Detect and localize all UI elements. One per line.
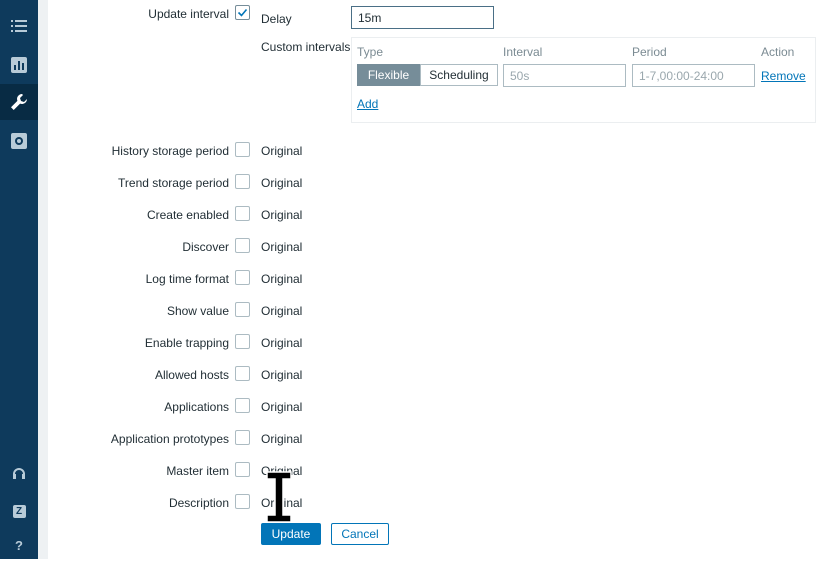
interval-input[interactable]: [503, 64, 626, 87]
row-label-log-time-format: Log time format: [145, 272, 229, 286]
checkbox-create-enabled[interactable]: [235, 206, 250, 221]
sidebar-item-administration[interactable]: [0, 123, 38, 159]
sidebar-item-help[interactable]: ?: [0, 527, 38, 563]
column-header-type: Type: [357, 45, 384, 59]
period-input[interactable]: [632, 64, 755, 87]
row-label-trend-storage-period: Trend storage period: [118, 176, 229, 190]
support-icon: [13, 468, 25, 479]
custom-intervals-label: Custom intervals: [261, 40, 351, 54]
list-icon: [11, 20, 27, 32]
checkbox-applications[interactable]: [235, 398, 250, 413]
row-value-enable-trapping: Original: [261, 336, 303, 350]
row-label-discover: Discover: [182, 240, 229, 254]
row-label-show-value: Show value: [166, 304, 229, 318]
check-icon: [237, 8, 248, 17]
row-label-create-enabled: Create enabled: [146, 208, 229, 222]
add-link[interactable]: Add: [357, 97, 378, 111]
sidebar-item-share[interactable]: Z: [0, 493, 38, 529]
sidebar-item-support[interactable]: [0, 456, 38, 492]
checkbox-enable-trapping[interactable]: [235, 334, 250, 349]
sidebar-item-reports[interactable]: [0, 47, 38, 83]
gear-icon: [11, 133, 27, 149]
row-label-history-storage-period: History storage period: [111, 144, 229, 158]
page-gutter: [38, 0, 48, 559]
row-value-show-value: Original: [261, 304, 303, 318]
column-header-action: Action: [761, 45, 795, 59]
checkbox-discover[interactable]: [235, 238, 250, 253]
row-label-allowed-hosts: Allowed hosts: [154, 368, 229, 382]
checkbox-allowed-hosts[interactable]: [235, 366, 250, 381]
column-header-period: Period: [632, 45, 667, 59]
remove-link[interactable]: Remove: [761, 69, 806, 83]
sidebar-item-monitoring[interactable]: [0, 8, 38, 44]
update-button[interactable]: Update: [261, 523, 321, 545]
type-scheduling-button[interactable]: Scheduling: [420, 64, 498, 86]
update-interval-label: Update interval: [148, 7, 229, 21]
row-label-description: Description: [168, 496, 229, 510]
sidebar: Z ?: [0, 0, 38, 559]
cancel-button[interactable]: Cancel: [331, 523, 389, 545]
row-label-application-prototypes: Application prototypes: [110, 432, 229, 446]
row-label-enable-trapping: Enable trapping: [144, 336, 229, 350]
wrench-icon: [11, 94, 27, 110]
delay-input[interactable]: [351, 6, 494, 29]
row-value-log-time-format: Original: [261, 272, 303, 286]
delay-label: Delay: [261, 12, 292, 26]
checkbox-master-item[interactable]: [235, 462, 250, 477]
checkbox-show-value[interactable]: [235, 302, 250, 317]
row-value-discover: Original: [261, 240, 303, 254]
update-interval-checkbox[interactable]: [235, 5, 250, 20]
checkbox-application-prototypes[interactable]: [235, 430, 250, 445]
checkbox-trend-storage-period[interactable]: [235, 174, 250, 189]
checkbox-description[interactable]: [235, 494, 250, 509]
row-value-applications: Original: [261, 400, 303, 414]
column-header-interval: Interval: [503, 45, 543, 59]
help-icon: ?: [15, 537, 23, 553]
row-value-history-storage-period: Original: [261, 144, 303, 158]
chart-icon: [11, 57, 27, 73]
sidebar-item-configuration[interactable]: [0, 84, 38, 120]
type-flexible-button[interactable]: Flexible: [357, 64, 420, 86]
text-cursor-icon: [266, 471, 292, 523]
row-value-trend-storage-period: Original: [261, 176, 303, 190]
row-label-master-item: Master item: [166, 464, 229, 478]
row-label-applications: Applications: [164, 400, 229, 414]
row-value-allowed-hosts: Original: [261, 368, 303, 382]
row-value-application-prototypes: Original: [261, 432, 303, 446]
checkbox-history-storage-period[interactable]: [235, 142, 250, 157]
zabbix-share-icon: Z: [12, 504, 26, 518]
checkbox-log-time-format[interactable]: [235, 270, 250, 285]
row-value-create-enabled: Original: [261, 208, 303, 222]
